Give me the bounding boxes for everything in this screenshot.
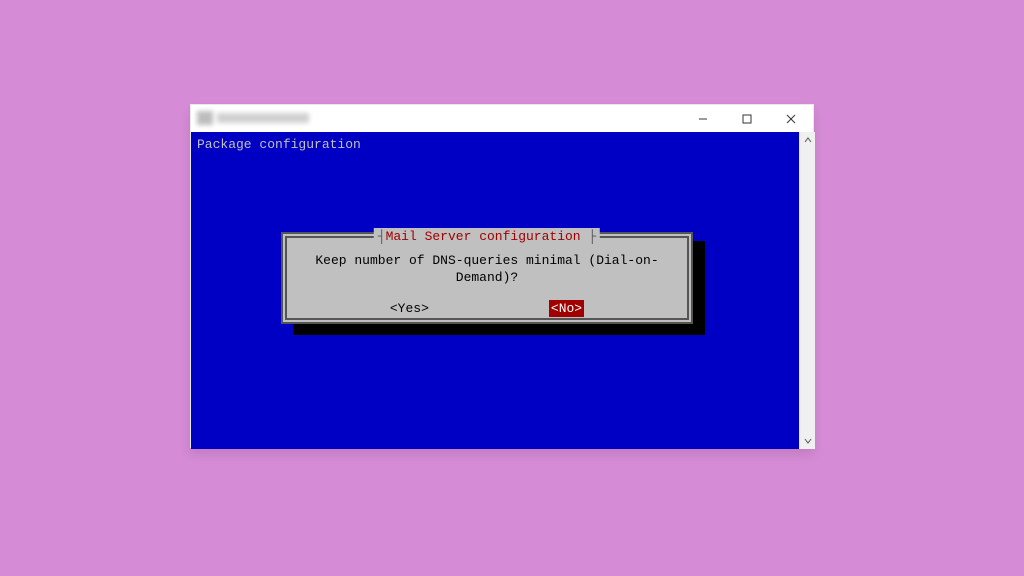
terminal-wrap: Package configuration Mail Server config… (191, 132, 815, 449)
minimize-button[interactable] (681, 105, 725, 132)
dialog-title: Mail Server configuration (374, 228, 600, 245)
terminal: Package configuration Mail Server config… (191, 132, 799, 449)
dialog-inner: Mail Server configuration Keep number of… (285, 236, 689, 320)
titlebar (191, 105, 813, 132)
scroll-up-button[interactable] (800, 132, 815, 148)
maximize-button[interactable] (725, 105, 769, 132)
scrollbar[interactable] (799, 132, 815, 449)
dialog-buttons: <Yes> <No> (297, 300, 677, 317)
close-button[interactable] (769, 105, 813, 132)
window-controls (681, 105, 813, 132)
dialog-question: Keep number of DNS-queries minimal (Dial… (297, 252, 677, 286)
scroll-down-button[interactable] (800, 433, 815, 449)
window-title (197, 109, 317, 127)
scroll-track[interactable] (800, 148, 815, 433)
app-window: Package configuration Mail Server config… (190, 104, 814, 448)
no-option[interactable]: <No> (549, 300, 584, 317)
yes-option[interactable]: <Yes> (390, 300, 429, 317)
terminal-header: Package configuration (197, 136, 793, 153)
config-dialog: Mail Server configuration Keep number of… (281, 232, 693, 324)
